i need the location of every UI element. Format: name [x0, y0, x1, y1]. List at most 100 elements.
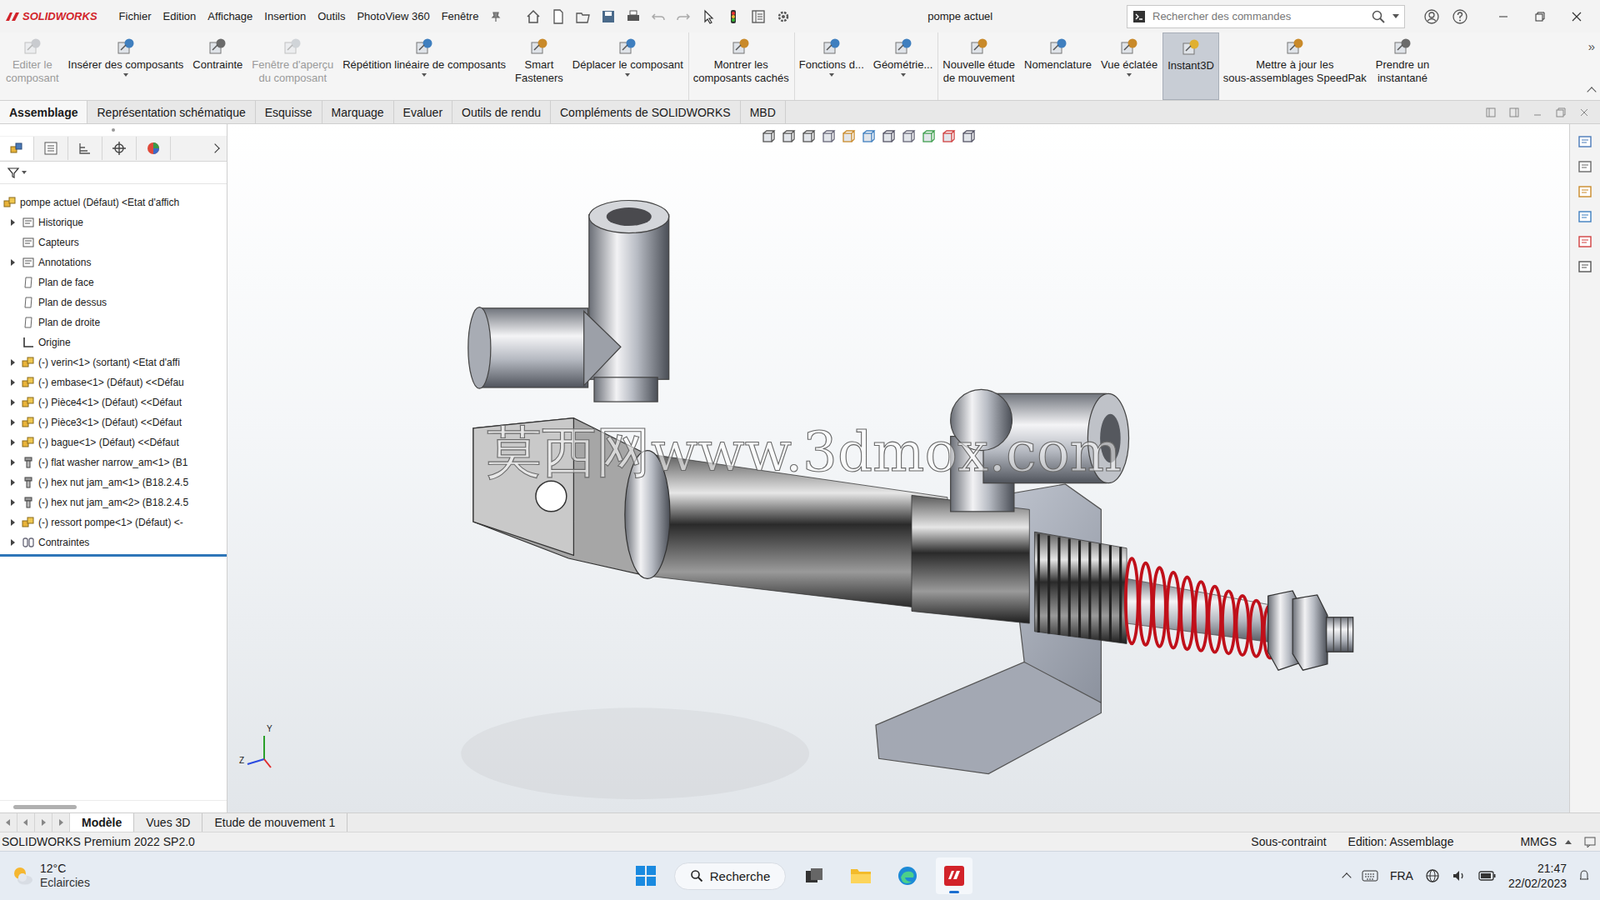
tree-item[interactable]: Annotations — [0, 252, 227, 273]
featuremanager-tab[interactable] — [0, 136, 35, 160]
tile-right-icon[interactable] — [1508, 106, 1520, 119]
ribbon-command[interactable]: Fonctions d... — [794, 32, 870, 100]
quick-access-button[interactable] — [673, 6, 694, 27]
model-tab[interactable]: Vues 3D — [134, 813, 203, 832]
command-tab[interactable]: Compléments de SOLIDWORKS — [550, 100, 741, 124]
input-language[interactable]: FRA — [1390, 869, 1414, 883]
tree-item[interactable]: (-) flat washer narrow_am<1> (B1 — [0, 452, 227, 473]
status-item[interactable]: MMGS — [1520, 835, 1557, 849]
tree-item[interactable]: Origine — [0, 332, 227, 353]
command-dropdown-icon[interactable] — [625, 73, 630, 77]
task-pane-button[interactable] — [1577, 184, 1593, 200]
hidden-icons-button[interactable] — [1341, 872, 1351, 882]
view-tool-button[interactable] — [780, 129, 796, 145]
command-tab[interactable]: Outils de rendu — [452, 100, 551, 124]
command-dropdown-icon[interactable] — [421, 73, 427, 77]
tree-item[interactable]: (-) hex nut jam_am<1> (B18.2.4.5 — [0, 472, 227, 493]
tile-icon[interactable] — [1485, 106, 1497, 119]
task-pane-button[interactable] — [1577, 159, 1593, 175]
view-tool-button[interactable] — [960, 129, 976, 145]
tree-item[interactable]: (-) embase<1> (Défaut) <<Défau — [0, 372, 227, 393]
ribbon-command[interactable]: Nomenclature — [1020, 32, 1097, 100]
keyboard-icon[interactable] — [1361, 869, 1379, 883]
graphics-area[interactable]: 莫西网www.3dmox.comYZ — [227, 124, 1570, 813]
magnifier-icon[interactable] — [1370, 9, 1386, 25]
horizontal-scrollbar[interactable] — [0, 800, 227, 813]
quick-access-button[interactable] — [623, 6, 644, 27]
expand-icon[interactable] — [10, 439, 15, 446]
explorer-button[interactable] — [842, 857, 880, 895]
view-tool-button[interactable] — [940, 129, 956, 145]
model-tab[interactable]: Modèle — [70, 813, 135, 832]
help-icon[interactable] — [1451, 8, 1469, 25]
tree-item[interactable]: Contraintes — [0, 532, 227, 553]
dimxpert-tab[interactable] — [102, 136, 137, 160]
pin-icon[interactable] — [490, 10, 502, 23]
filter-dropdown-icon[interactable] — [21, 170, 27, 175]
command-dropdown-icon[interactable] — [829, 73, 835, 77]
command-search[interactable]: Rechercher des commandes — [1126, 5, 1405, 29]
clock[interactable]: 21:4722/02/2023 — [1508, 860, 1567, 891]
model-tab[interactable]: Etude de mouvement 1 — [202, 813, 348, 832]
tree-item[interactable]: Plan de dessus — [0, 292, 227, 313]
panel-grip[interactable] — [0, 124, 227, 136]
quick-access-button[interactable] — [698, 6, 719, 27]
tree-item[interactable]: (-) hex nut jam_am<2> (B18.2.4.5 — [0, 492, 227, 513]
view-tool-button[interactable] — [920, 129, 936, 145]
command-tab[interactable]: Esquisse — [255, 100, 323, 124]
task-pane-button[interactable] — [1577, 259, 1593, 275]
tree-item[interactable]: Capteurs — [0, 232, 227, 253]
restore-button[interactable] — [1521, 10, 1559, 23]
quick-access-button[interactable] — [573, 6, 594, 27]
tree-item[interactable]: Historique — [0, 212, 227, 233]
command-tab[interactable]: Evaluer — [394, 100, 453, 124]
tree-root[interactable]: pompe actuel (Défaut) <Etat d'affich — [0, 192, 227, 213]
tree-item[interactable]: Plan de droite — [0, 312, 227, 333]
task-view-button[interactable] — [795, 857, 833, 895]
expand-icon[interactable] — [10, 219, 15, 226]
tree-filter[interactable] — [0, 161, 227, 185]
tree-item[interactable]: (-) bague<1> (Défaut) <<Défaut — [0, 432, 227, 453]
expand-icon[interactable] — [10, 359, 15, 366]
weather-widget[interactable]: 12°CEclaircies — [10, 861, 628, 891]
menu-item[interactable]: Fichier — [119, 10, 152, 23]
expand-icon[interactable] — [10, 259, 15, 266]
more-tabs-icon[interactable] — [210, 143, 220, 153]
view-tool-button[interactable] — [900, 129, 916, 145]
ribbon-command[interactable]: Géométrie... — [869, 32, 939, 100]
expand-icon[interactable] — [10, 399, 15, 406]
notification-icon[interactable] — [1583, 835, 1597, 849]
expand-icon[interactable] — [10, 499, 15, 506]
tab-nav-button[interactable] — [0, 813, 18, 832]
ribbon-command[interactable]: Montrer les composants cachés — [688, 32, 795, 100]
ribbon-command[interactable]: Insérer des composants — [64, 32, 190, 100]
rollback-bar[interactable] — [0, 554, 227, 557]
expand-icon[interactable] — [10, 459, 15, 466]
ribbon-command[interactable]: Smart Fasteners — [510, 32, 569, 100]
command-dropdown-icon[interactable] — [900, 73, 906, 77]
view-tool-button[interactable] — [840, 129, 856, 145]
status-item[interactable]: Sous-contraint — [1250, 835, 1326, 849]
propertymanager-tab[interactable] — [34, 136, 69, 160]
notification-bell-icon[interactable] — [1578, 869, 1590, 883]
ribbon-command[interactable]: Déplacer le composant — [568, 32, 689, 100]
app-logo[interactable]: SOLIDWORKS — [5, 10, 113, 23]
solidworks-taskbar-button[interactable] — [935, 857, 973, 895]
quick-access-button[interactable] — [773, 6, 794, 27]
ribbon-command[interactable]: Mettre à jour les sous-assemblages Speed… — [1219, 32, 1372, 100]
doc-restore-icon[interactable] — [1555, 106, 1567, 119]
task-pane-button[interactable] — [1577, 134, 1593, 150]
tab-nav-button[interactable] — [35, 813, 53, 832]
tree-item[interactable]: Plan de face — [0, 272, 227, 293]
close-button[interactable] — [1558, 10, 1595, 23]
quick-access-button[interactable] — [548, 6, 569, 27]
tree-item[interactable]: (-) verin<1> (sortant) <Etat d'affi — [0, 352, 227, 373]
tree-item[interactable]: (-) Pièce3<1> (Défaut) <<Défaut — [0, 412, 227, 433]
task-pane-button[interactable] — [1577, 209, 1593, 225]
command-dropdown-icon[interactable] — [123, 73, 129, 77]
view-tool-button[interactable] — [860, 129, 876, 145]
view-tool-button[interactable] — [760, 129, 776, 145]
menu-item[interactable]: Insertion — [264, 10, 306, 23]
tree-item[interactable]: (-) ressort pompe<1> (Défaut) <- — [0, 512, 227, 533]
ribbon-more-button[interactable]: » — [1588, 39, 1595, 54]
